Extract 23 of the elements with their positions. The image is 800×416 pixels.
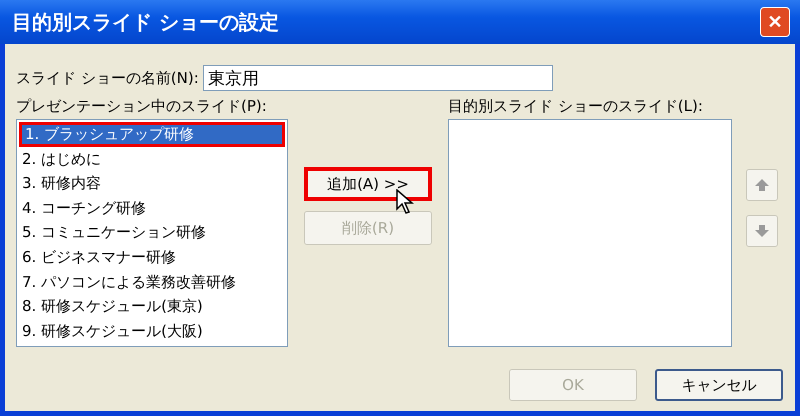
- slide-item[interactable]: 8. 研修スケジュール(東京): [19, 294, 285, 319]
- move-down-button[interactable]: [746, 215, 778, 247]
- presentation-slides-label: プレゼンテーション中のスライド(P):: [16, 97, 268, 116]
- slide-item[interactable]: 9. 研修スケジュール(大阪): [19, 318, 285, 344]
- custom-show-slides-label: 目的別スライド ショーのスライド(L):: [448, 97, 704, 116]
- slide-item[interactable]: 5. コミュニケーション研修: [19, 220, 285, 245]
- slide-item[interactable]: 7. パソコンによる業務改善研修: [19, 270, 285, 294]
- move-up-button[interactable]: [746, 169, 778, 201]
- up-arrow-icon: [753, 177, 771, 193]
- mouse-pointer-icon: [396, 189, 414, 215]
- close-button[interactable]: ✕: [760, 7, 790, 37]
- cancel-button[interactable]: キャンセル: [655, 369, 783, 401]
- slide-item[interactable]: 2. はじめに: [19, 146, 285, 172]
- slide-item[interactable]: 4. コーチング研修: [19, 196, 285, 220]
- name-label: スライド ショーの名前(N):: [16, 68, 199, 88]
- slide-item[interactable]: 3. 研修内容: [19, 171, 285, 196]
- add-button[interactable]: 追加(A) >>: [304, 167, 432, 201]
- slide-item[interactable]: 1. ブラッシュアップ研修: [19, 122, 285, 147]
- window-title: 目的別スライド ショーの設定: [12, 8, 279, 36]
- slide-item[interactable]: 6. ビジネスマナー研修: [19, 244, 285, 270]
- slide-list[interactable]: 1. ブラッシュアップ研修 2. はじめに 3. 研修内容 4. コーチング研修 5. コミュニケーション研修 6. ビジネスマナー研修 7. パソコンによる業務改善研修 8. 研修スケジュール(東京) 9. 研修スケジュール(大阪): [16, 119, 288, 347]
- down-arrow-icon: [753, 223, 771, 239]
- name-field[interactable]: 東京用: [202, 65, 553, 91]
